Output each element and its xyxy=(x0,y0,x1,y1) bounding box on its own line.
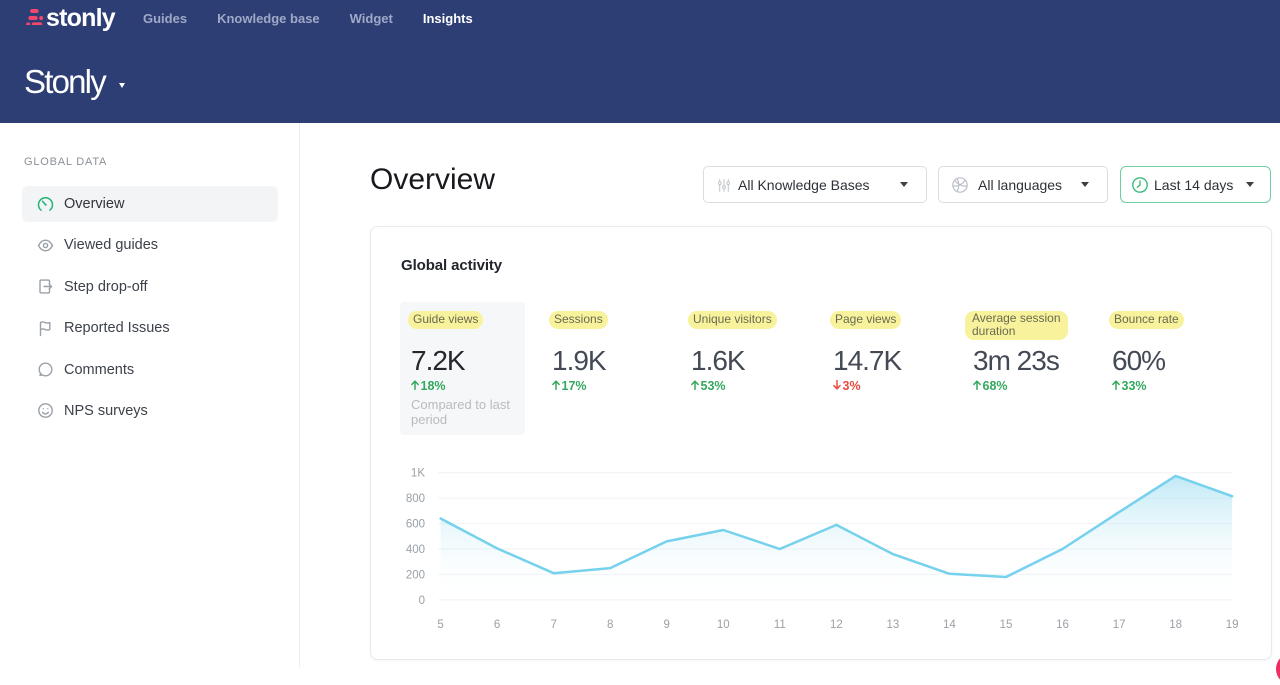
svg-text:16: 16 xyxy=(1056,619,1069,631)
svg-text:7: 7 xyxy=(550,619,556,631)
svg-text:17: 17 xyxy=(1113,619,1126,631)
svg-text:10: 10 xyxy=(717,619,730,631)
svg-text:11: 11 xyxy=(774,619,786,631)
svg-text:18: 18 xyxy=(1169,619,1182,631)
svg-text:19: 19 xyxy=(1226,619,1239,631)
svg-text:12: 12 xyxy=(830,619,843,631)
svg-text:800: 800 xyxy=(406,493,425,505)
svg-text:200: 200 xyxy=(406,569,425,581)
svg-text:5: 5 xyxy=(437,619,443,631)
svg-text:9: 9 xyxy=(663,619,669,631)
svg-text:8: 8 xyxy=(607,619,613,631)
svg-text:600: 600 xyxy=(406,519,425,531)
svg-text:1K: 1K xyxy=(411,468,425,480)
svg-text:15: 15 xyxy=(1000,619,1013,631)
svg-text:400: 400 xyxy=(406,544,425,556)
svg-text:13: 13 xyxy=(887,619,900,631)
svg-text:14: 14 xyxy=(943,619,956,631)
svg-text:0: 0 xyxy=(419,595,425,607)
svg-text:6: 6 xyxy=(494,619,500,631)
